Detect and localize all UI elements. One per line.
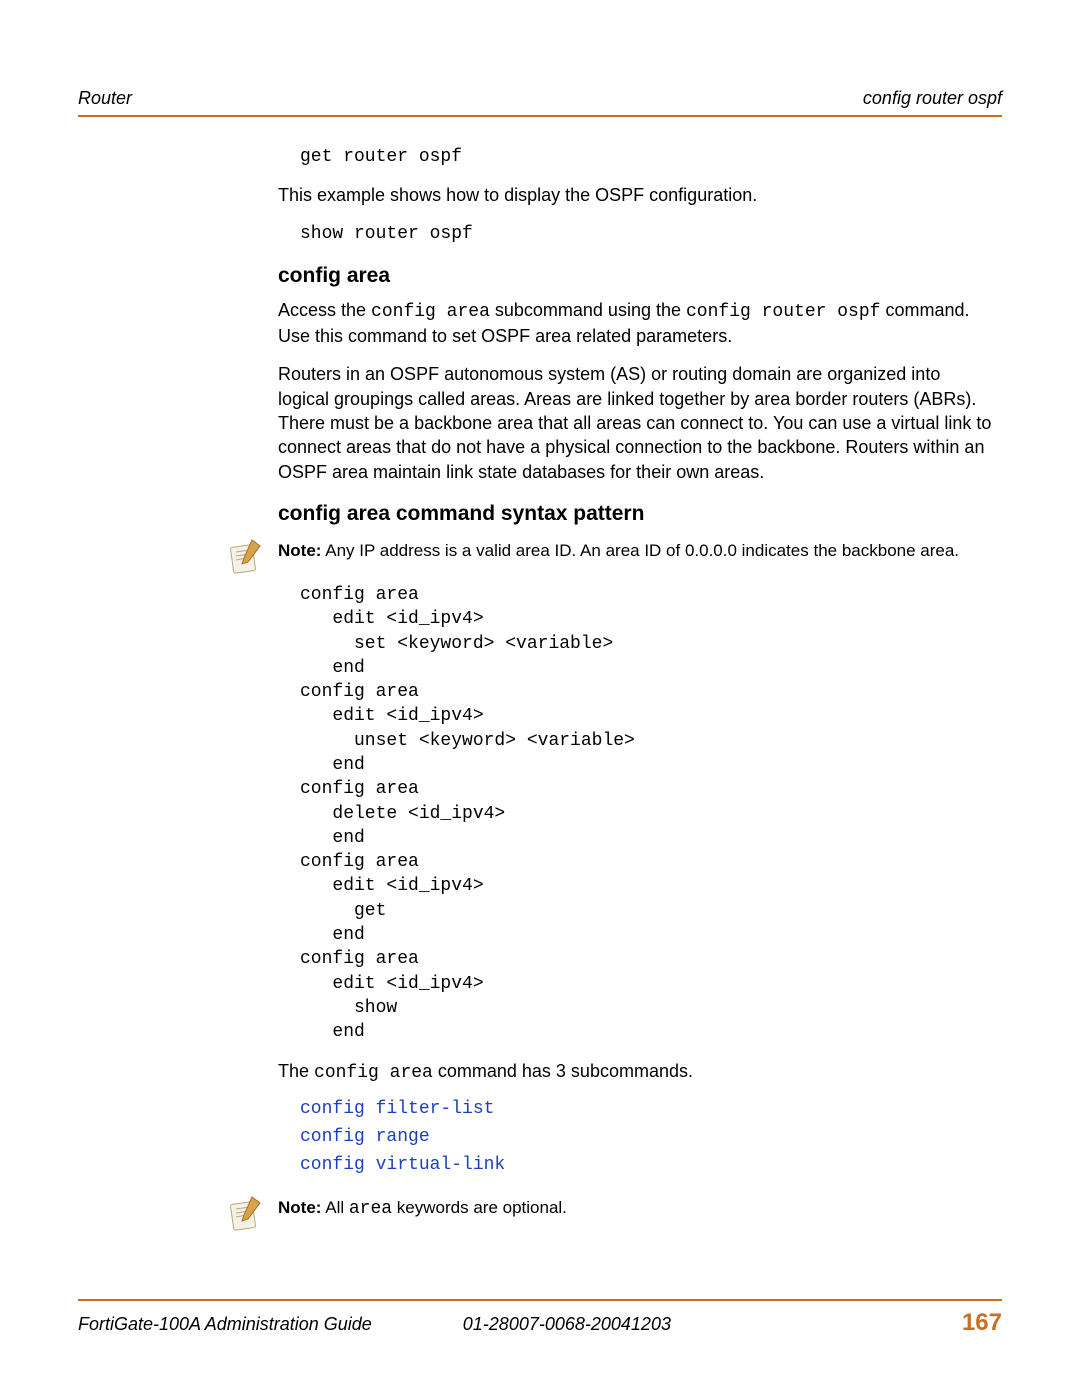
inline-code: config area: [314, 1063, 433, 1083]
code-block: show router ospf: [300, 222, 996, 246]
code-block-syntax: config area edit <id_ipv4> set <keyword>…: [300, 583, 996, 1045]
link-config-range[interactable]: config range: [300, 1127, 996, 1147]
paragraph: This example shows how to display the OS…: [278, 183, 996, 207]
link-config-virtual-link[interactable]: config virtual-link: [300, 1155, 996, 1175]
inline-code: config router ospf: [686, 302, 880, 322]
page-number: 167: [962, 1309, 1002, 1337]
header-left: Router: [78, 88, 132, 109]
header-right: config router ospf: [863, 88, 1002, 109]
page-footer: FortiGate-100A Administration Guide 01-2…: [78, 1299, 1002, 1337]
note-text: Note: Any IP address is a valid area ID.…: [278, 540, 996, 563]
running-header: Router config router ospf: [78, 88, 1002, 113]
note-icon: [226, 536, 266, 576]
note-text: Note: All area keywords are optional.: [278, 1197, 996, 1221]
footer-rule: [78, 1299, 1002, 1301]
header-rule: [78, 115, 1002, 117]
heading-config-area: config area: [278, 264, 996, 288]
inline-code: config area: [371, 302, 490, 322]
paragraph: The config area command has 3 subcommand…: [278, 1059, 996, 1085]
paragraph: Access the config area subcommand using …: [278, 298, 996, 349]
note-block: Note: Any IP address is a valid area ID.…: [78, 540, 1002, 563]
content-column: config area edit <id_ipv4> set <keyword>…: [78, 583, 1002, 1175]
note-block: Note: All area keywords are optional.: [78, 1197, 1002, 1221]
footer-docnum: 01-28007-0068-20041203: [463, 1314, 671, 1335]
link-config-filter-list[interactable]: config filter-list: [300, 1099, 996, 1119]
content-column: get router ospf This example shows how t…: [78, 145, 1002, 526]
inline-code: area: [349, 1199, 392, 1219]
footer-guide: FortiGate-100A Administration Guide: [78, 1314, 372, 1335]
heading-syntax-pattern: config area command syntax pattern: [278, 502, 996, 526]
code-block: get router ospf: [300, 145, 996, 169]
note-icon: [226, 1193, 266, 1233]
paragraph: Routers in an OSPF autonomous system (AS…: [278, 362, 996, 483]
